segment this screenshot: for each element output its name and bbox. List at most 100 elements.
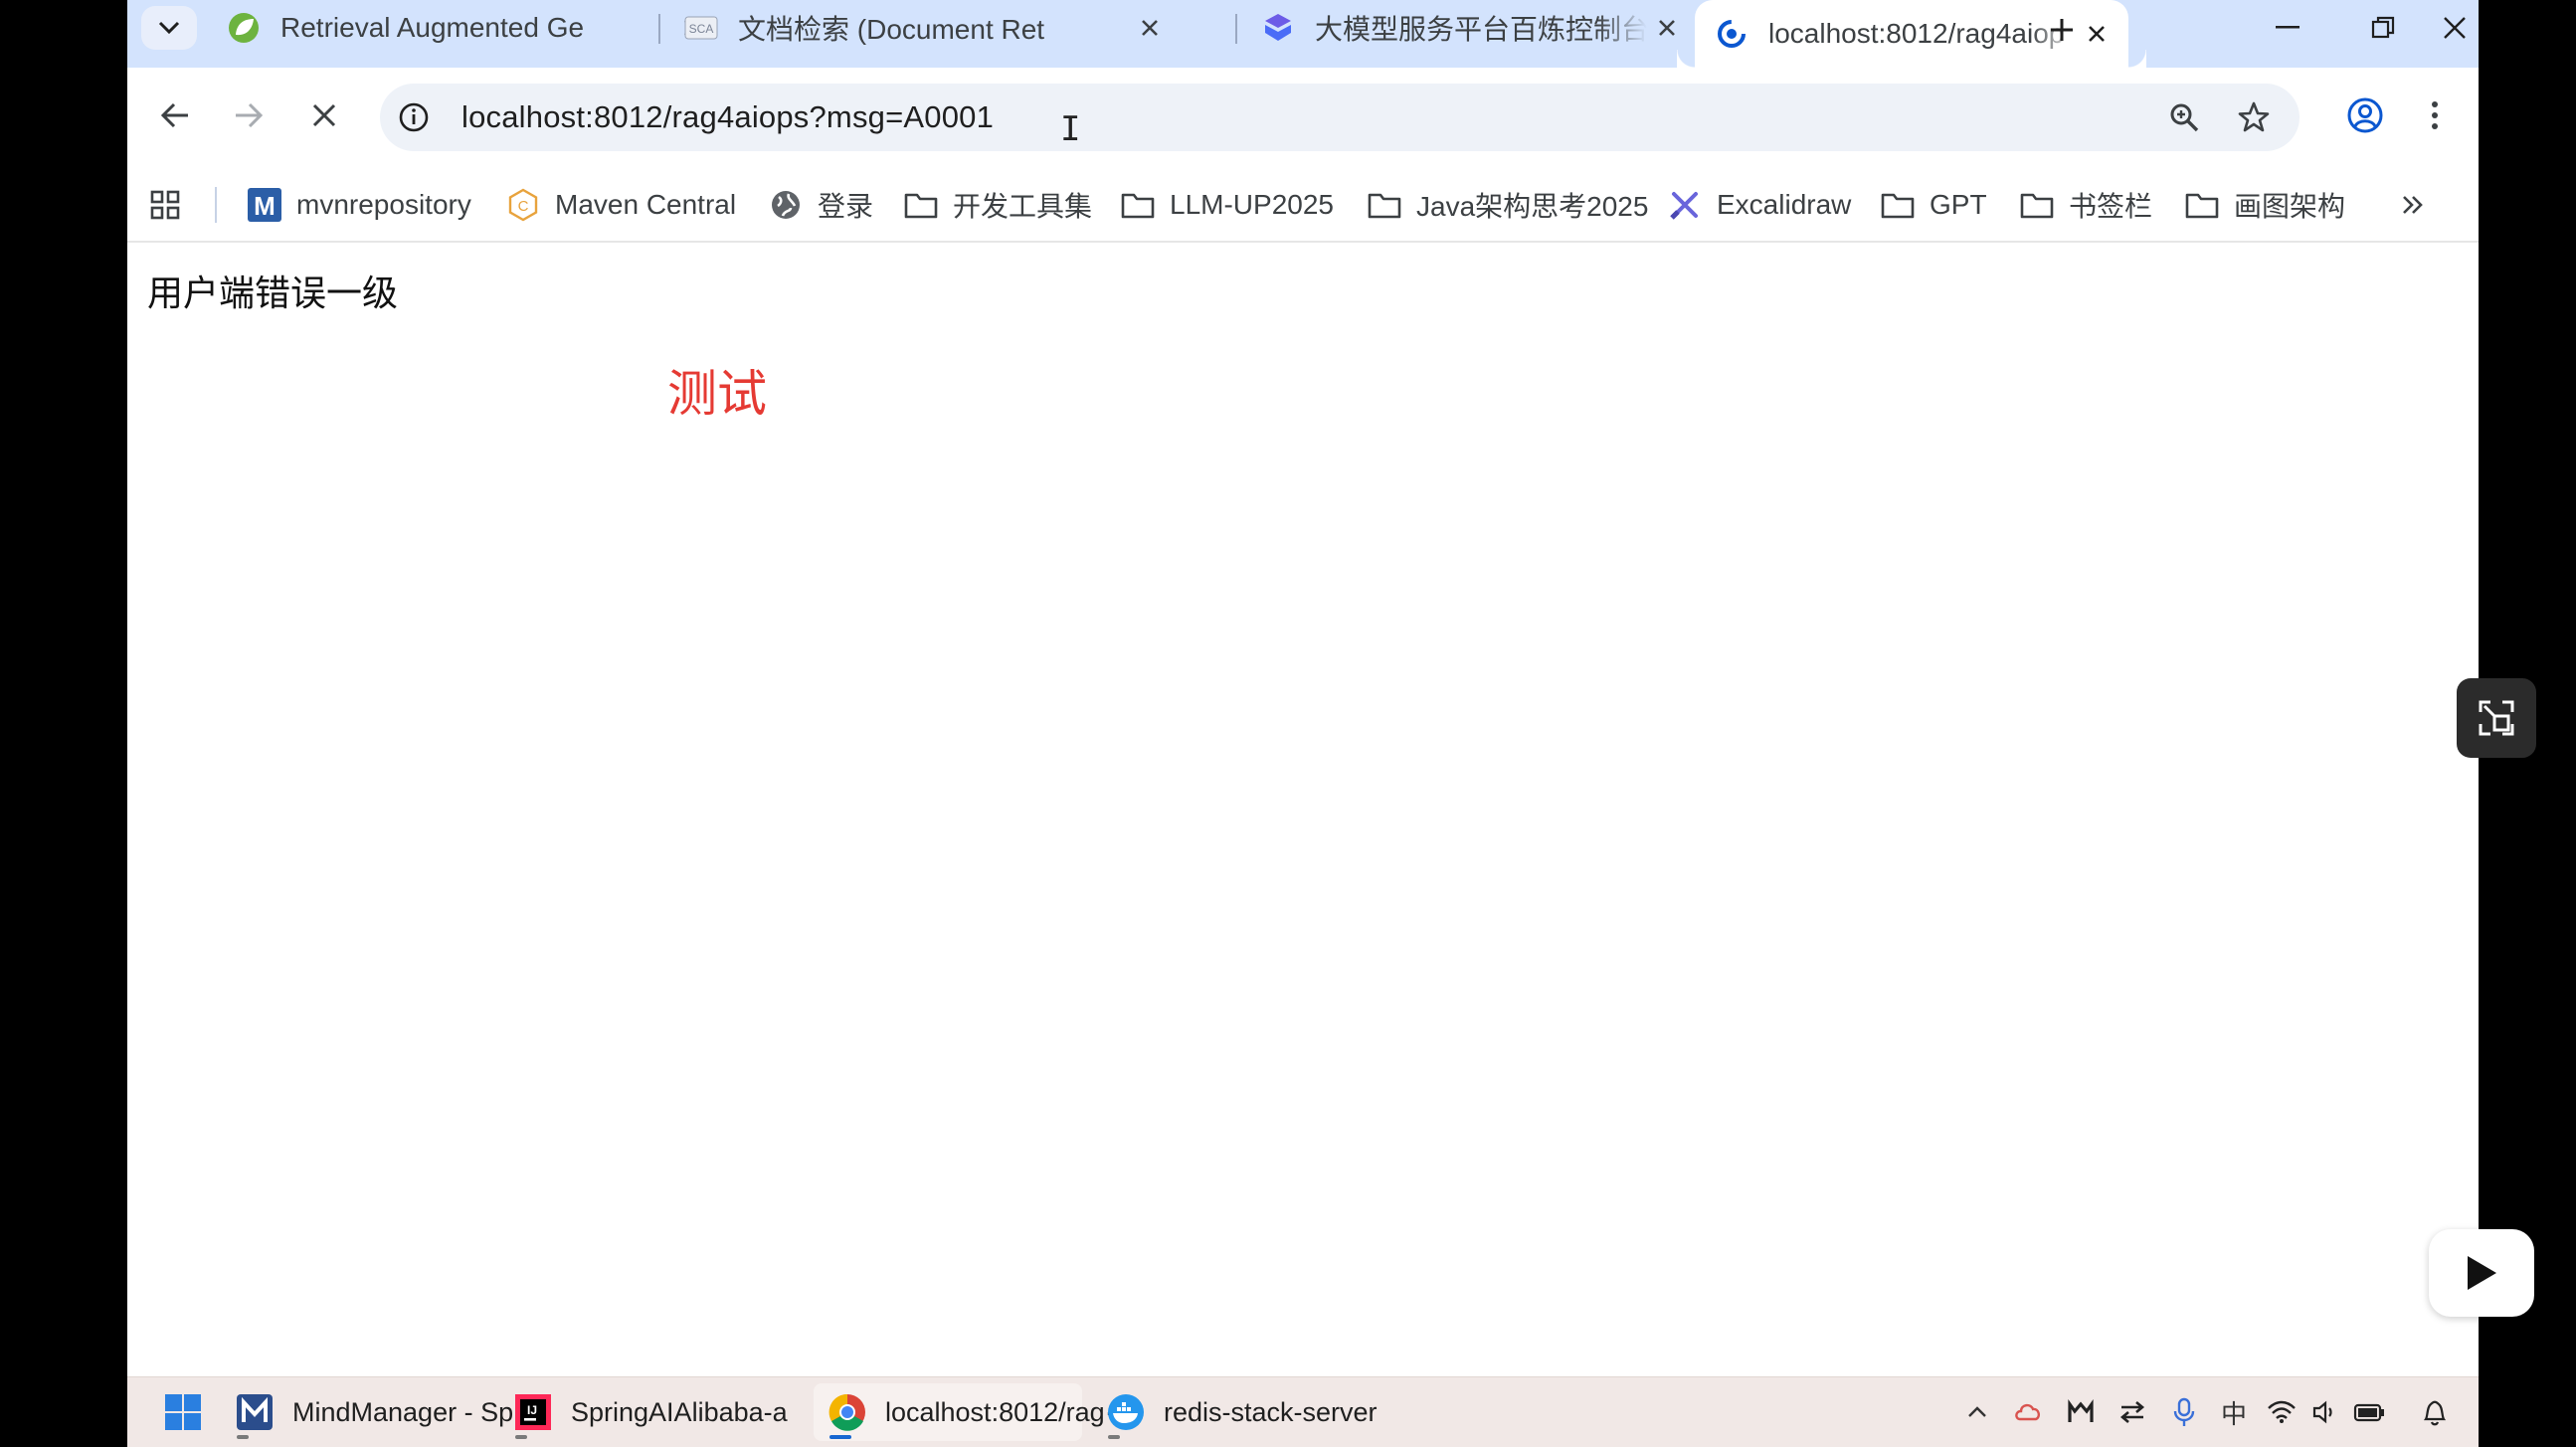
close-icon <box>2444 17 2466 39</box>
notification-bell-icon[interactable] <box>2415 1389 2455 1435</box>
bookmark-label: Excalidraw <box>1717 189 1852 220</box>
tab-rag-docs[interactable]: Retrieval Augmented Ge <box>207 0 724 56</box>
apps-grid-icon <box>150 190 180 220</box>
folder-icon <box>2019 187 2055 223</box>
play-button[interactable] <box>2429 1229 2534 1317</box>
volume-icon[interactable] <box>2307 1389 2343 1435</box>
bookmark-label: 开发工具集 <box>953 191 1093 222</box>
close-icon <box>312 103 336 127</box>
bookmark-folder-diagram[interactable]: 画图架构 <box>2184 181 2345 229</box>
plus-icon <box>2051 19 2073 41</box>
show-hidden-icons-button[interactable] <box>1957 1389 1997 1435</box>
active-indicator <box>829 1435 851 1439</box>
bookmark-label: 画图架构 <box>2234 191 2346 222</box>
bookmark-folder-devtools[interactable]: 开发工具集 <box>903 181 1092 229</box>
tab-title: 文档检索 (Document Ret <box>738 14 1045 45</box>
tab-bailian-console[interactable]: 大模型服务平台百炼控制台 <box>1241 0 1699 56</box>
svg-text:SCA: SCA <box>689 22 714 36</box>
profile-button[interactable] <box>2335 86 2395 145</box>
bookmark-folder-gpt[interactable]: GPT <box>1880 181 1987 229</box>
bookmark-excalidraw[interactable]: Excalidraw <box>1667 181 1851 229</box>
battery-icon[interactable] <box>2349 1389 2389 1435</box>
stop-loading-button[interactable] <box>294 86 354 145</box>
address-bar[interactable]: localhost:8012/rag4aiops?msg=A0001 <box>380 84 2300 151</box>
double-chevron-right-icon <box>2403 196 2423 214</box>
bookmark-label: 书签栏 <box>2069 191 2153 222</box>
tab-title: Retrieval Augmented Ge <box>280 12 585 43</box>
restore-button[interactable] <box>2335 0 2431 56</box>
wifi-icon[interactable] <box>2262 1389 2301 1435</box>
loading-icon <box>1715 17 1748 51</box>
bookmark-folder-bookmarks[interactable]: 书签栏 <box>2019 181 2152 229</box>
excalidraw-icon <box>1667 187 1703 223</box>
taskbar-mindmanager[interactable]: MindManager - Sp <box>221 1383 513 1441</box>
pip-icon <box>2479 700 2514 736</box>
ime-indicator[interactable]: 中 <box>2214 1389 2254 1435</box>
more-vertical-icon <box>2432 101 2438 129</box>
cloud-sync-icon[interactable] <box>2009 1389 2049 1435</box>
meter-icon[interactable] <box>2061 1389 2101 1435</box>
more-bookmarks-button[interactable] <box>2401 181 2425 229</box>
chevron-down-icon <box>158 21 180 35</box>
tab-separator <box>1235 14 1237 44</box>
restore-icon <box>2371 16 2395 39</box>
transfer-icon[interactable] <box>2113 1389 2152 1435</box>
minimize-button[interactable] <box>2240 0 2335 56</box>
bookmarks-bar: M mvnrepository C Maven Central 登录 开发工具集… <box>127 169 2479 243</box>
bookmark-folder-llm[interactable]: LLM-UP2025 <box>1120 181 1334 229</box>
tab-title: 大模型服务平台百炼控制台 <box>1315 14 1647 45</box>
new-tab-button[interactable] <box>2037 8 2087 52</box>
chrome-icon <box>828 1392 867 1432</box>
bookmark-label: Java架构思考2025 <box>1416 191 1649 222</box>
spring-leaf-icon <box>227 11 261 45</box>
running-indicator <box>515 1435 527 1439</box>
microphone-icon[interactable] <box>2164 1389 2204 1435</box>
svg-text:C: C <box>518 198 529 215</box>
bookmark-star-icon[interactable] <box>2234 97 2274 137</box>
apps-button[interactable] <box>149 181 181 229</box>
folder-icon <box>1367 187 1402 223</box>
taskbar-label: MindManager - Sp <box>292 1396 514 1427</box>
bookmark-maven-central[interactable]: C Maven Central <box>505 181 736 229</box>
browser-window: Retrieval Augmented Ge SCA 文档检索 (Documen… <box>127 0 2479 1446</box>
tab-document-retrieval[interactable]: SCA 文档检索 (Document Ret <box>664 0 1182 56</box>
maven-icon: C <box>505 187 541 223</box>
m-icon: M <box>247 187 282 223</box>
intellij-icon: IJ <box>513 1392 553 1432</box>
picture-in-picture-button[interactable] <box>2457 678 2536 758</box>
text-cursor-icon: I <box>1060 109 1081 149</box>
minimize-icon <box>2276 26 2300 29</box>
taskbar-chrome[interactable]: localhost:8012/rag· <box>814 1383 1114 1441</box>
bookmark-login[interactable]: 登录 <box>768 181 873 229</box>
tab-strip: Retrieval Augmented Ge SCA 文档检索 (Documen… <box>127 0 2479 68</box>
test-text: 测试 <box>667 365 767 423</box>
forward-button[interactable] <box>219 86 278 145</box>
svg-text:IJ: IJ <box>527 1403 537 1417</box>
bookmark-label: GPT <box>1930 189 1987 220</box>
taskbar-label: redis-stack-server <box>1164 1396 1378 1427</box>
folder-icon <box>1120 187 1156 223</box>
close-icon[interactable] <box>1130 8 1170 48</box>
start-button[interactable] <box>149 1383 213 1441</box>
sca-icon: SCA <box>684 11 718 45</box>
bailian-icon <box>1261 11 1295 45</box>
menu-button[interactable] <box>2405 86 2465 145</box>
tab-search-button[interactable] <box>141 6 197 50</box>
bookmark-mvnrepository[interactable]: M mvnrepository <box>247 181 471 229</box>
bookmark-folder-java[interactable]: Java架构思考2025 <box>1367 181 1648 229</box>
taskbar-redis[interactable]: redis-stack-server <box>1092 1383 1390 1441</box>
bookmark-label: mvnrepository <box>296 189 471 220</box>
windows-icon <box>163 1392 203 1432</box>
arrow-left-icon <box>160 102 188 128</box>
back-button[interactable] <box>145 86 205 145</box>
taskbar-label: localhost:8012/rag· <box>885 1396 1114 1427</box>
bookmark-label: 登录 <box>818 191 874 222</box>
chevron-up-icon <box>1968 1406 1986 1417</box>
site-info-icon[interactable] <box>394 97 434 137</box>
close-window-button[interactable] <box>2431 0 2479 56</box>
profile-icon <box>2347 97 2383 133</box>
close-icon[interactable] <box>1647 8 1687 48</box>
zoom-icon[interactable] <box>2164 97 2204 137</box>
folder-icon <box>903 187 939 223</box>
page-heading: 用户端错误一级 <box>147 273 399 314</box>
